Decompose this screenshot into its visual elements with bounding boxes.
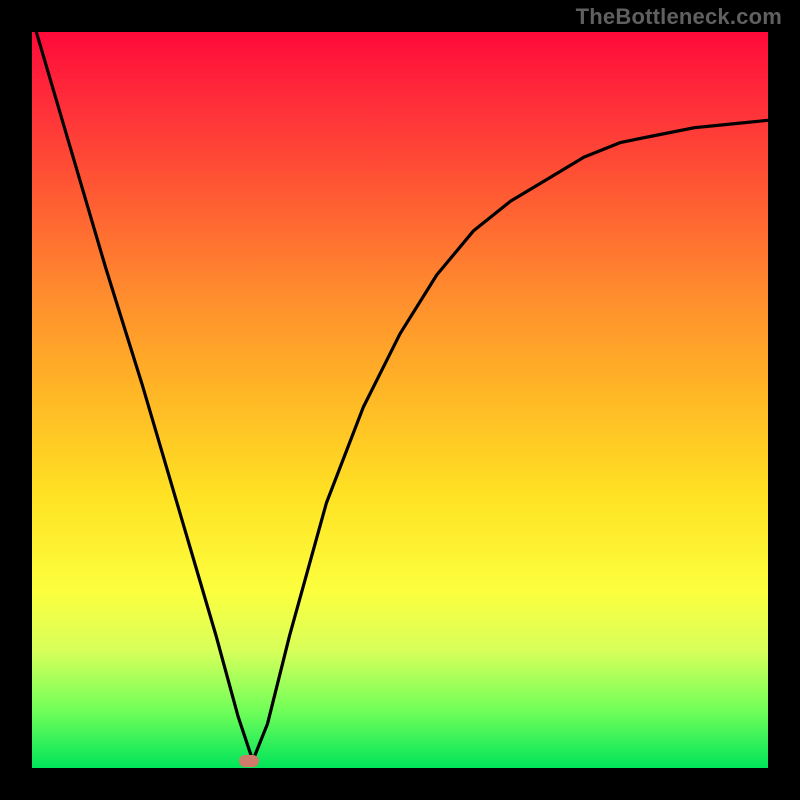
curve-path [32, 32, 768, 761]
optimum-marker [239, 755, 259, 767]
bottleneck-curve [32, 32, 768, 768]
watermark-text: TheBottleneck.com [576, 4, 782, 30]
chart-frame: TheBottleneck.com [0, 0, 800, 800]
plot-area [32, 32, 768, 768]
